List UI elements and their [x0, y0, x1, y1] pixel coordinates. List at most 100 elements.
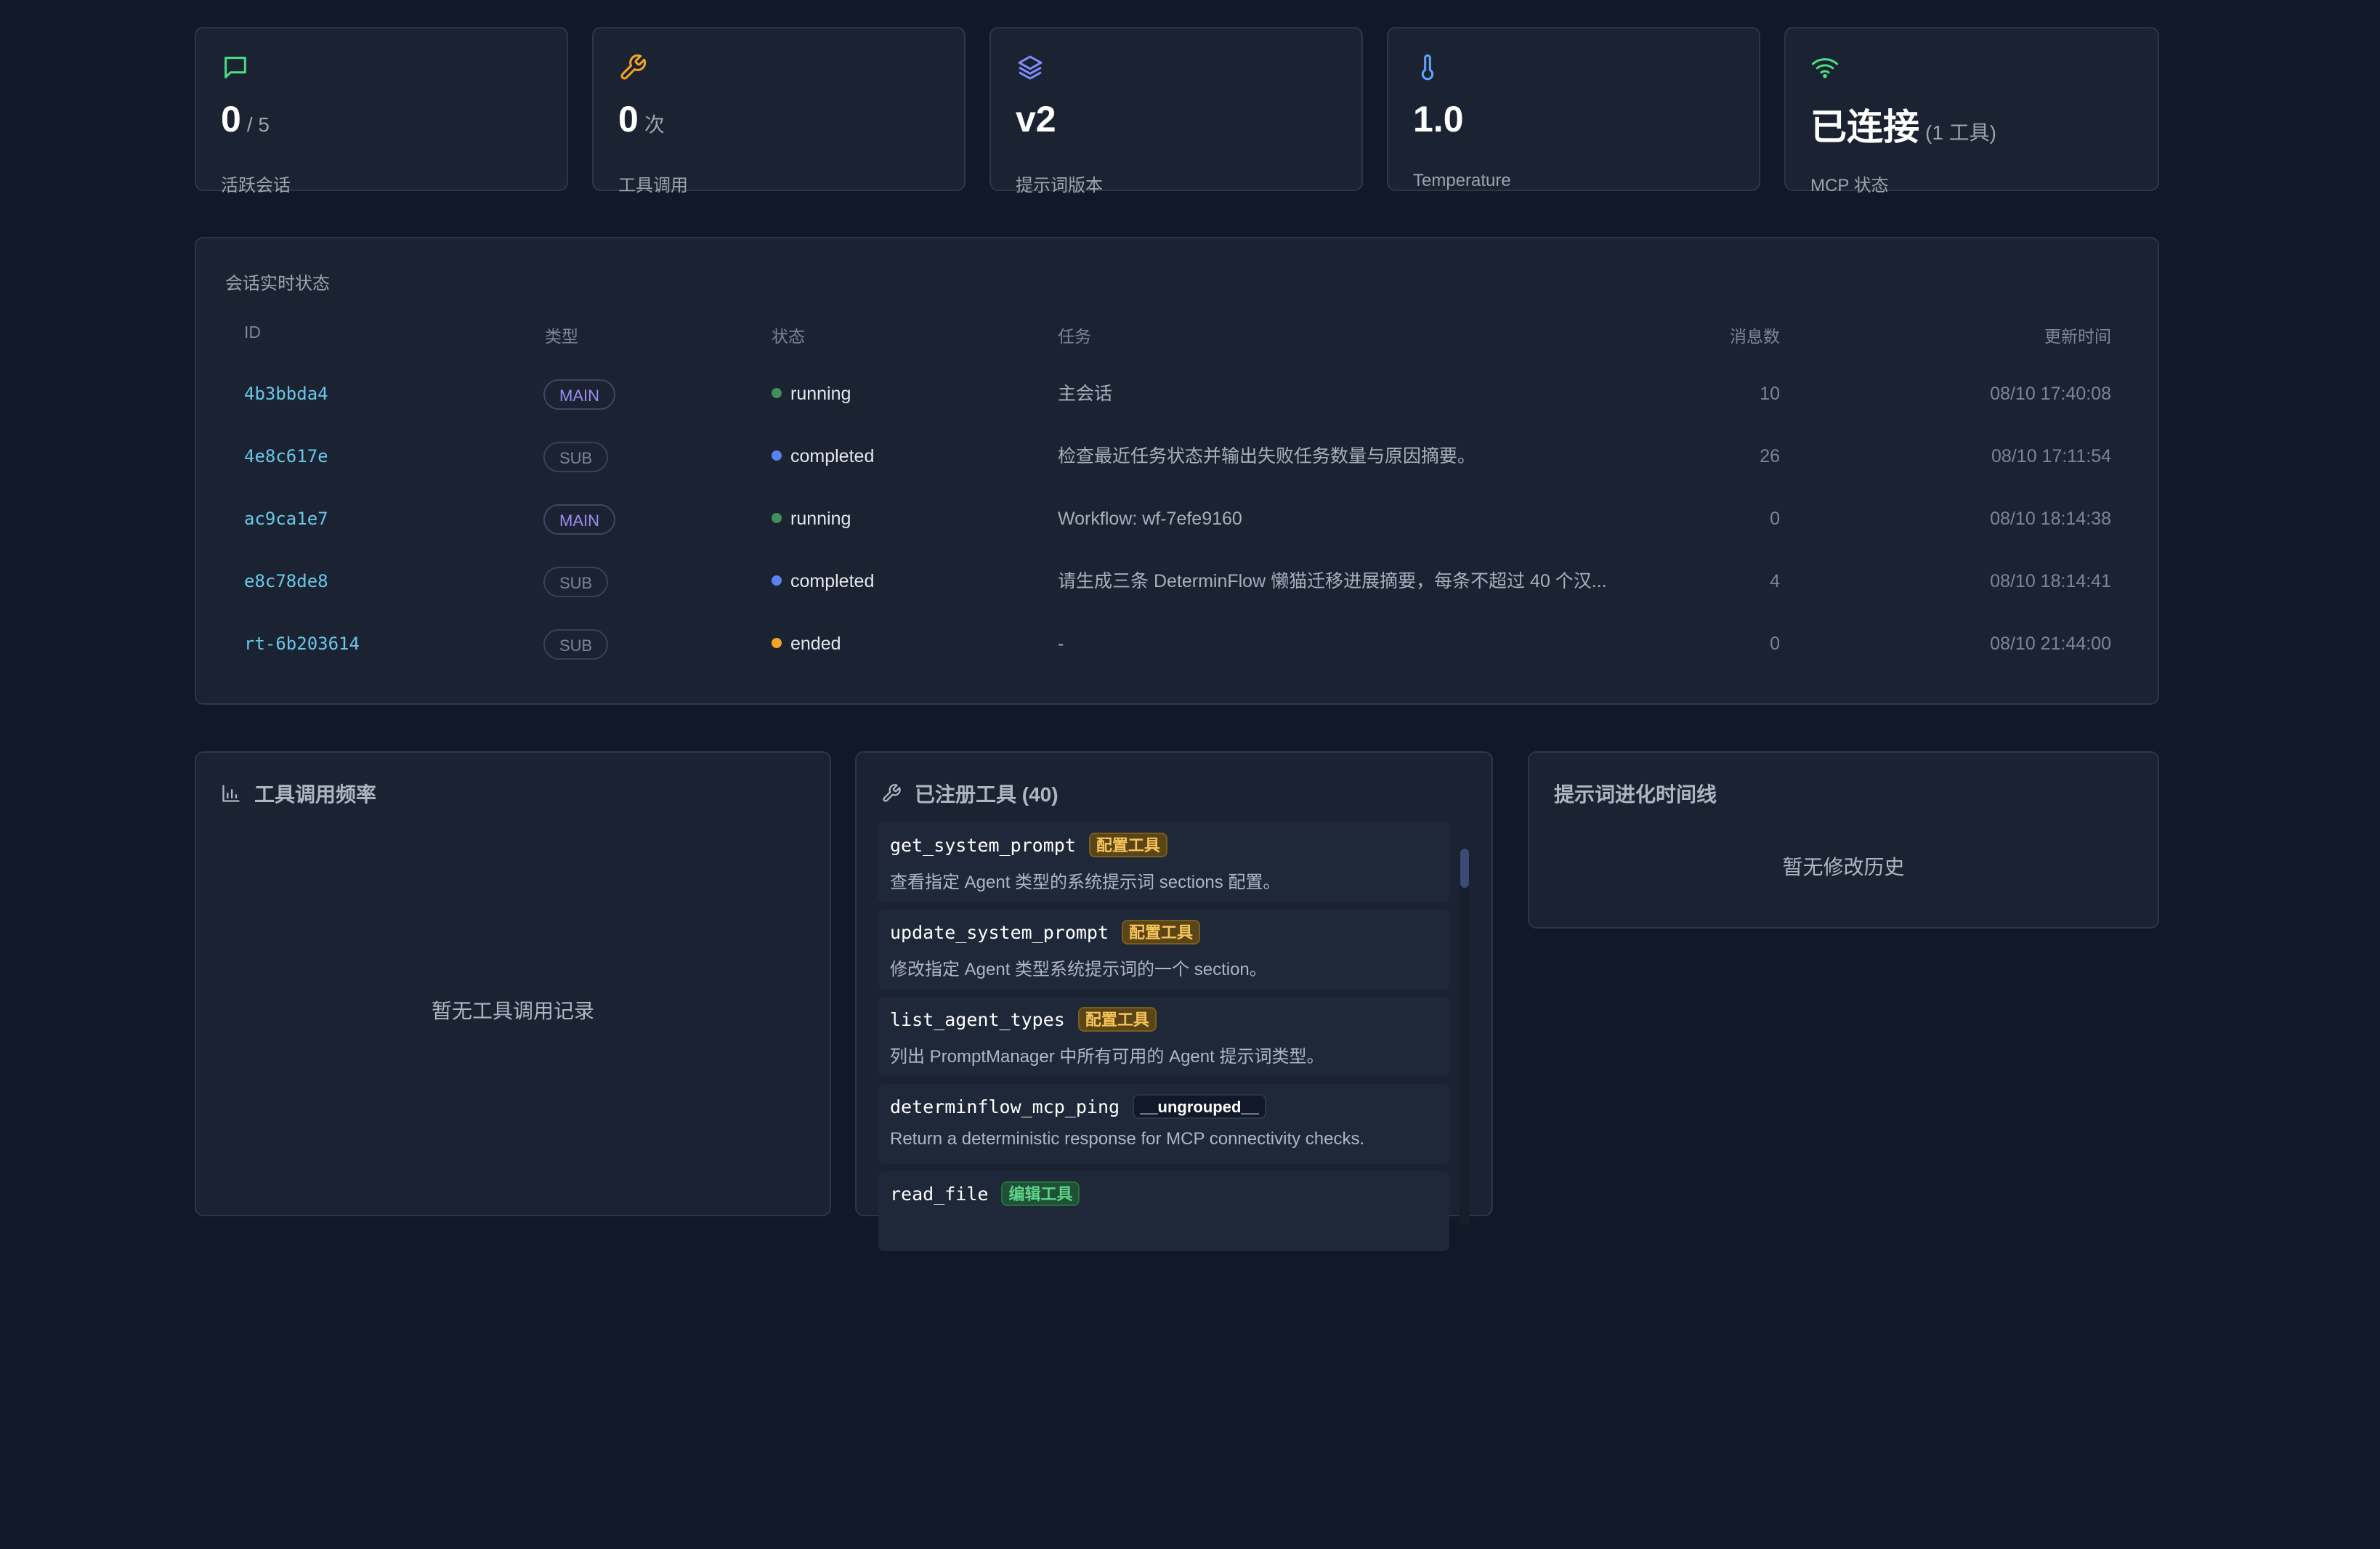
status-dot [772, 638, 782, 649]
registered-tools-title: 已注册工具 (40) [881, 779, 1059, 808]
session-id[interactable]: ac9ca1e7 [244, 490, 328, 548]
tool-frequency-empty: 暂无工具调用记录 [431, 1000, 594, 1022]
table-row[interactable]: 4e8c617e SUB completed 检查最近任务状态并输出失败任务数量… [196, 427, 2158, 485]
status-dot [772, 450, 782, 461]
wifi-icon [1811, 58, 1839, 78]
status-cell: completed [772, 427, 874, 485]
stat-card-tool-calls: 0次 工具调用 [592, 27, 966, 195]
stat-card-mcp-status: 已连接 (1 工具) MCP 状态 [1784, 27, 2159, 195]
tool-name: get_system_prompt 配置工具 [890, 833, 1438, 857]
tool-frequency-title: 工具调用频率 [221, 779, 376, 808]
tool-description: 查看指定 Agent 类型的系统提示词 sections 配置。 [890, 873, 1281, 892]
stat-value: 0/ 5 [221, 99, 270, 139]
table-row[interactable]: ac9ca1e7 MAIN running Workflow: wf-7efe9… [196, 490, 2158, 548]
message-count: 10 [1760, 384, 1780, 404]
type-cell: SUB [543, 615, 609, 673]
updated-time: 08/10 17:40:08 [1990, 384, 2111, 404]
table-row[interactable]: rt-6b203614 SUB ended - 0 08/10 21:44:00 [196, 615, 2158, 673]
updated-time: 08/10 18:14:38 [1990, 509, 2111, 529]
wrench-icon [620, 54, 647, 80]
task-text: 检查最近任务状态并输出失败任务数量与原因摘要。 [1058, 446, 1476, 466]
tool-tag: 配置工具 [1088, 833, 1167, 857]
stat-card-active-sessions: 0/ 5 活跃会话 [195, 27, 568, 195]
stat-value: v2 [1016, 99, 1056, 139]
tools-scrollbar[interactable] [1460, 847, 1470, 1225]
message-count: 4 [1770, 571, 1780, 591]
status-cell: running [772, 490, 851, 548]
tool-description: 列出 PromptManager 中所有可用的 Agent 提示词类型。 [890, 1047, 1324, 1067]
type-badge: MAIN [543, 379, 615, 410]
status-text: running [790, 384, 851, 404]
message-count: 0 [1770, 509, 1780, 529]
tools-list[interactable]: get_system_prompt 配置工具 查看指定 Agent 类型的系统提示… [878, 822, 1449, 1549]
status-dot [772, 575, 782, 586]
session-id[interactable]: 4b3bbda4 [244, 365, 328, 423]
updated-time: 08/10 18:14:41 [1990, 571, 2111, 591]
table-row[interactable]: 4b3bbda4 MAIN running 主会话 10 08/10 17:40… [196, 365, 2158, 423]
stat-label: MCP 状态 [1810, 176, 1889, 195]
column-header-id: ID [244, 323, 261, 341]
tool-item[interactable]: read_file 编辑工具 [878, 1171, 1449, 1251]
tool-description: Return a deterministic response for MCP … [890, 1129, 1365, 1149]
tool-item[interactable]: list_agent_types 配置工具 列出 PromptManager 中所… [878, 997, 1449, 1077]
bar-chart-icon [222, 785, 240, 802]
sessions-title: 会话实时状态 [225, 274, 330, 294]
status-cell: completed [772, 552, 874, 610]
tool-item[interactable]: get_system_prompt 配置工具 查看指定 Agent 类型的系统提示… [878, 822, 1449, 902]
column-header-task: 任务 [1058, 327, 1091, 346]
stat-value: 0次 [618, 99, 665, 139]
stat-label: 活跃会话 [221, 176, 291, 195]
tool-tag: 编辑工具 [1001, 1181, 1080, 1206]
tool-name: update_system_prompt 配置工具 [890, 920, 1438, 945]
type-cell: SUB [543, 552, 609, 610]
task-text: 请生成三条 DeterminFlow 懒猫迁移进展摘要，每条不超过 40 个汉.… [1058, 571, 1607, 591]
column-header-status: 状态 [772, 327, 805, 346]
status-cell: running [772, 365, 851, 423]
status-text: completed [790, 446, 875, 466]
stat-card-prompt-version: v2 提示词版本 [989, 27, 1363, 195]
type-cell: SUB [543, 427, 609, 485]
type-badge: MAIN [543, 504, 615, 535]
tool-frequency-panel: 工具调用频率 暂无工具调用记录 [195, 751, 831, 1216]
column-header-messages: 消息数 [1730, 327, 1780, 346]
tool-item[interactable]: determinflow_mcp_ping __ungrouped__ Retur… [878, 1084, 1449, 1164]
tool-name: read_file 编辑工具 [890, 1181, 1438, 1206]
sessions-panel: 会话实时状态 ID 类型 状态 任务 消息数 更新时间 4b3bbda4 MAI… [195, 237, 2159, 705]
tool-tag: 配置工具 [1077, 1007, 1157, 1032]
status-dot [772, 388, 782, 399]
message-count: 26 [1760, 446, 1780, 466]
scrollbar-thumb[interactable] [1460, 849, 1469, 888]
prompt-timeline-title: 提示词进化时间线 [1554, 783, 1717, 806]
thermometer-icon [1421, 54, 1434, 81]
wrench-icon [883, 784, 901, 802]
task-text: - [1058, 634, 1064, 654]
updated-time: 08/10 17:11:54 [1991, 446, 2111, 466]
session-id[interactable]: 4e8c617e [244, 427, 328, 485]
column-header-updated: 更新时间 [2044, 327, 2111, 346]
type-badge: SUB [543, 567, 609, 598]
prompt-timeline-empty: 暂无修改历史 [1782, 856, 1905, 878]
prompt-timeline-panel: 提示词进化时间线 暂无修改历史 [1528, 751, 2159, 929]
message-count: 0 [1770, 634, 1780, 654]
tool-item[interactable]: update_system_prompt 配置工具 修改指定 Agent 类型系统… [878, 910, 1449, 990]
session-id[interactable]: rt-6b203614 [244, 615, 360, 673]
status-text: completed [790, 571, 875, 591]
message-icon [224, 57, 246, 78]
stat-card-temperature: 1.0 Temperature [1387, 27, 1760, 191]
updated-time: 08/10 21:44:00 [1990, 634, 2111, 654]
tool-description: 修改指定 Agent 类型系统提示词的一个 section。 [890, 960, 1267, 979]
session-id[interactable]: e8c78de8 [244, 552, 328, 610]
task-text: 主会话 [1058, 384, 1113, 404]
layers-icon [1018, 55, 1043, 80]
stat-label: 工具调用 [618, 176, 688, 195]
registered-tools-panel: 已注册工具 (40) get_system_prompt 配置工具 查看指定 Ag… [855, 751, 1493, 1251]
task-text: Workflow: wf-7efe9160 [1058, 509, 1242, 529]
status-text: running [790, 509, 851, 529]
type-cell: MAIN [543, 490, 615, 548]
type-badge: SUB [543, 629, 609, 660]
tool-tag: 配置工具 [1122, 920, 1201, 945]
status-dot [772, 513, 782, 524]
stat-value: 已连接 (1 工具) [1810, 107, 1997, 147]
tool-name: list_agent_types 配置工具 [890, 1007, 1438, 1032]
table-row[interactable]: e8c78de8 SUB completed 请生成三条 DeterminFlo… [196, 552, 2158, 610]
